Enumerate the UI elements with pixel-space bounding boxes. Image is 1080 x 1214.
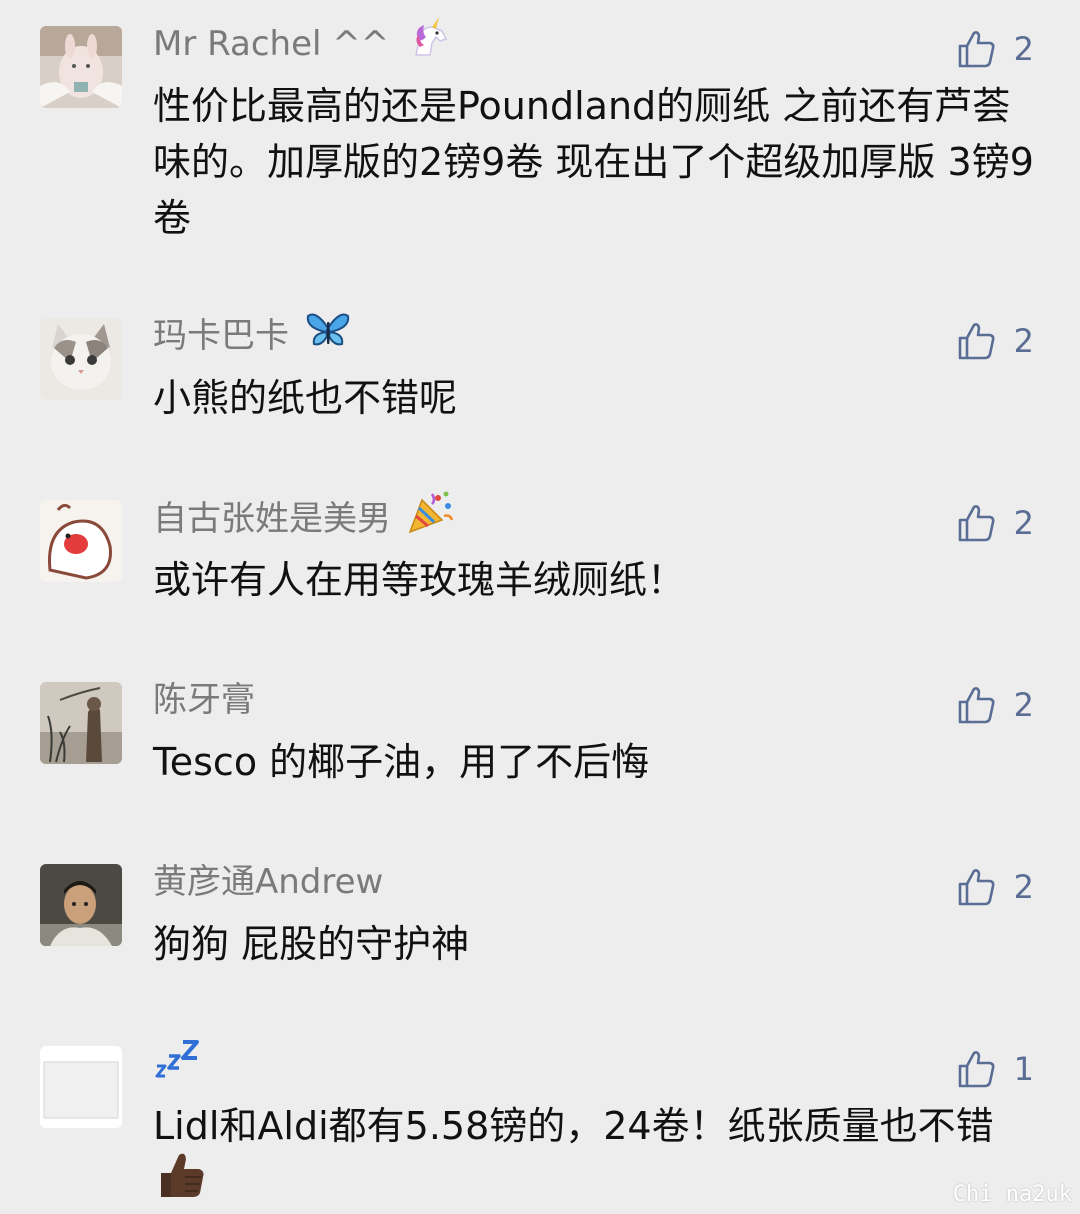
commenter-name[interactable]: 黄彦通Andrew — [153, 860, 383, 904]
thumbs-up-emoji-icon — [155, 1149, 207, 1214]
thumbs-up-icon — [958, 31, 995, 68]
like-button[interactable]: 2 — [956, 318, 1034, 364]
like-count: 2 — [1013, 868, 1034, 906]
avatar[interactable] — [40, 1046, 122, 1128]
like-button[interactable]: 2 — [956, 864, 1034, 910]
commenter-name[interactable]: 玛卡巴卡 — [153, 313, 350, 359]
like-count: 2 — [1013, 504, 1034, 542]
like-count: 1 — [1013, 1050, 1034, 1088]
like-button[interactable]: 2 — [956, 26, 1034, 72]
thumbs-up-icon — [958, 505, 995, 542]
like-button[interactable]: 2 — [956, 682, 1034, 728]
butterfly-icon — [306, 310, 350, 359]
commenter-name[interactable]: 自古张姓是美男 — [153, 491, 454, 545]
comment-text: 性价比最高的还是Poundland的厕纸 之前还有芦荟味的。加厚版的2镑9卷 现… — [153, 84, 1034, 240]
comment-text: Tesco 的椰子油，用了不后悔 — [153, 740, 650, 784]
comment-text: Lidl和Aldi都有5.58镑的，24卷！纸张质量也不错 — [153, 1098, 1038, 1214]
comment-text: 小熊的纸也不错呢 — [153, 376, 458, 420]
commenter-name[interactable]: 陈牙膏 — [153, 678, 255, 722]
avatar[interactable] — [40, 864, 122, 946]
comment-text: 狗狗 屁股的守护神 — [153, 922, 470, 966]
avatar[interactable] — [40, 26, 122, 108]
like-button[interactable]: 2 — [956, 500, 1034, 546]
like-count: 2 — [1013, 322, 1034, 360]
thumbs-up-icon — [958, 323, 995, 360]
avatar[interactable] — [40, 682, 122, 764]
like-count: 2 — [1013, 30, 1034, 68]
like-button[interactable]: 1 — [956, 1046, 1034, 1092]
commenter-name[interactable]: Mr Rachel ^^ — [153, 17, 450, 68]
thumbs-up-icon — [958, 1051, 995, 1088]
thumbs-up-icon — [958, 869, 995, 906]
like-count: 2 — [1013, 686, 1034, 724]
party-popper-icon — [408, 490, 454, 545]
commenter-name[interactable] — [153, 1040, 201, 1091]
avatar[interactable] — [40, 500, 122, 582]
thumbs-up-icon — [958, 687, 995, 724]
comment-text: 或许有人在用等玫瑰羊绒厕纸！ — [153, 558, 686, 602]
unicorn-icon — [406, 17, 450, 68]
avatar[interactable] — [40, 318, 122, 400]
watermark: Chi na2uk — [952, 1182, 1072, 1207]
zzz-icon — [153, 1036, 201, 1091]
